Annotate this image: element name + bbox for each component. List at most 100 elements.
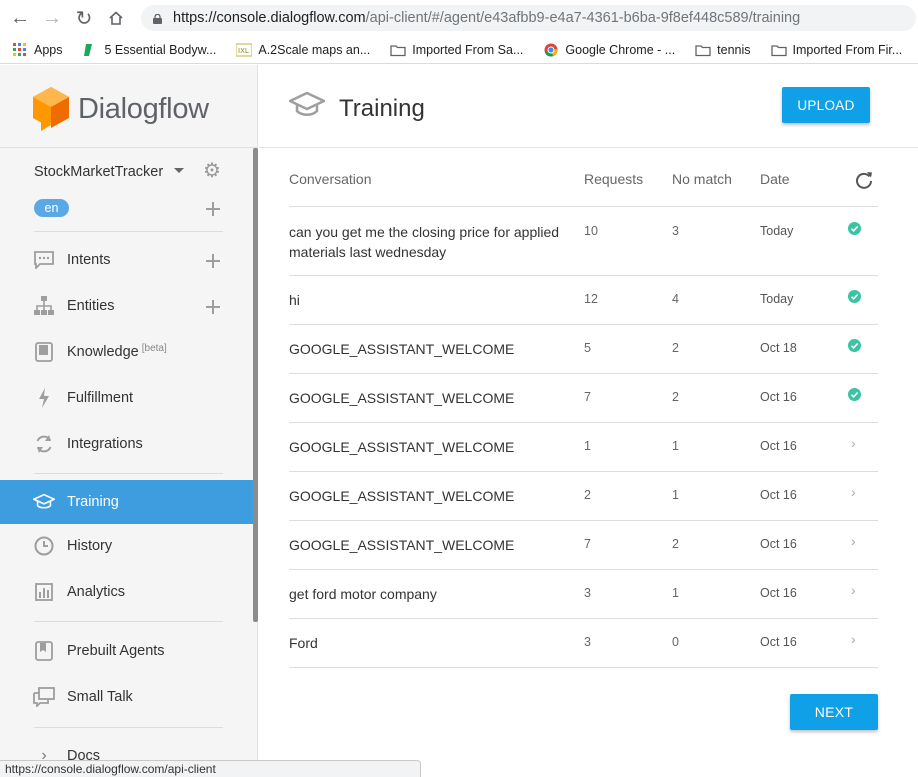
date-cell: Today <box>760 224 794 238</box>
sidebar-item-history[interactable]: History <box>0 524 253 568</box>
graduation-cap-icon <box>289 92 325 116</box>
sidebar-item-entities[interactable]: Entities <box>0 284 253 328</box>
chevron-right-icon[interactable]: › <box>851 484 856 500</box>
chevron-right-icon[interactable]: › <box>851 533 856 549</box>
dialogflow-logo-icon <box>33 87 69 131</box>
sidebar-item-label: History <box>67 538 113 554</box>
bookmark-icon <box>83 43 92 56</box>
sidebar-item-intents[interactable]: Intents <box>0 238 253 282</box>
url-path: /api-client/#/agent/e43afbb9-e4a7-4361-b… <box>365 10 801 26</box>
conversation-cell: GOOGLE_ASSISTANT_WELCOME <box>289 390 515 406</box>
requests-cell: 7 <box>584 390 591 404</box>
table-row[interactable]: GOOGLE_ASSISTANT_WELCOME 7 2 Oct 16 <box>289 374 878 423</box>
date-cell: Oct 16 <box>760 537 797 551</box>
gear-icon[interactable]: ⚙ <box>203 161 221 181</box>
sidebar-separator <box>34 231 223 232</box>
back-arrow-icon[interactable]: ← <box>4 0 36 36</box>
requests-cell: 10 <box>584 224 598 238</box>
chevron-right-icon[interactable]: › <box>851 435 856 451</box>
check-circle-icon <box>848 388 861 401</box>
table-row[interactable]: GOOGLE_ASSISTANT_WELCOME 1 1 Oct 16 › <box>289 423 878 472</box>
language-badge[interactable]: en <box>34 199 69 217</box>
sidebar-item-training[interactable]: Training <box>0 480 253 524</box>
bookmark-bodywork[interactable]: 5 Essential Bodyw... <box>83 42 217 57</box>
column-header-conversation[interactable]: Conversation <box>289 171 372 187</box>
column-header-requests[interactable]: Requests <box>584 171 643 187</box>
date-cell: Oct 16 <box>760 635 797 649</box>
agent-selector[interactable]: StockMarketTracker ⚙ <box>34 161 234 183</box>
no-match-cell: 3 <box>672 224 679 238</box>
beta-badge: [beta] <box>141 343 167 354</box>
table-row[interactable]: Ford 3 0 Oct 16 › <box>289 619 878 668</box>
home-icon[interactable] <box>100 0 132 36</box>
sidebar-item-prebuilt-agents[interactable]: Prebuilt Agents <box>0 629 253 673</box>
sidebar-item-label: Small Talk <box>67 689 133 705</box>
sidebar-item-analytics[interactable]: Analytics <box>0 570 253 614</box>
refresh-icon[interactable] <box>854 170 874 190</box>
agent-name: StockMarketTracker <box>34 164 164 180</box>
sidebar-scrollbar[interactable] <box>253 148 258 622</box>
column-header-no-match[interactable]: No match <box>672 171 732 187</box>
chevron-right-icon[interactable]: › <box>851 582 856 598</box>
browser-toolbar: ← → ↻ https://console.dialogflow.com/api… <box>0 0 918 36</box>
bookmark-label: Google Chrome - ... <box>565 42 676 57</box>
conversation-cell: Ford <box>289 635 318 651</box>
date-cell: Oct 16 <box>760 439 797 453</box>
reload-icon[interactable]: ↻ <box>68 0 100 36</box>
knowledge-label-wrap: Knowledge [beta] <box>67 343 167 360</box>
next-button[interactable]: NEXT <box>790 694 878 730</box>
table-row[interactable]: get ford motor company 3 1 Oct 16 › <box>289 570 878 619</box>
table-row[interactable]: GOOGLE_ASSISTANT_WELCOME 2 1 Oct 16 › <box>289 472 878 521</box>
bookmark-imported-safari[interactable]: Imported From Sa... <box>390 43 523 57</box>
bookmark-google-chrome[interactable]: Google Chrome - ... <box>543 43 675 57</box>
bookmark-label: tennis <box>717 42 751 57</box>
chrome-icon <box>544 43 558 56</box>
sidebar-item-integrations[interactable]: Integrations <box>0 422 253 466</box>
date-cell: Oct 16 <box>760 390 797 404</box>
sidebar-item-label: Training <box>67 494 119 510</box>
bookmark-tennis[interactable]: tennis <box>695 42 751 57</box>
chevron-right-icon[interactable]: › <box>851 631 856 647</box>
conversation-cell: GOOGLE_ASSISTANT_WELCOME <box>289 488 515 504</box>
no-match-cell: 1 <box>672 586 679 600</box>
sidebar-item-fulfillment[interactable]: Fulfillment <box>0 376 253 420</box>
add-entity-plus-icon[interactable] <box>206 300 220 314</box>
table-row[interactable]: can you get me the closing price for app… <box>289 208 878 276</box>
sidebar-separator <box>34 473 223 474</box>
table-row[interactable]: hi 12 4 Today <box>289 276 878 325</box>
brand-name: Dialogflow <box>78 92 209 125</box>
add-intent-plus-icon[interactable] <box>206 254 220 268</box>
sidebar-item-small-talk[interactable]: Small Talk <box>0 675 253 719</box>
sidebar-item-knowledge[interactable]: Knowledge [beta] <box>0 330 253 374</box>
page-header: Training UPLOAD <box>259 65 918 148</box>
address-bar[interactable]: https://console.dialogflow.com/api-clien… <box>141 5 916 31</box>
conversation-cell: hi <box>289 292 300 308</box>
book-icon <box>33 341 55 363</box>
table-row[interactable]: GOOGLE_ASSISTANT_WELCOME 7 2 Oct 16 › <box>289 521 878 570</box>
upload-button[interactable]: UPLOAD <box>782 87 870 123</box>
sidebar-item-label: Knowledge <box>67 344 139 360</box>
requests-cell: 3 <box>584 586 591 600</box>
dialogflow-logo[interactable]: Dialogflow <box>33 87 209 131</box>
apps-grid-icon <box>13 42 26 56</box>
table-row[interactable]: GOOGLE_ASSISTANT_WELCOME 5 2 Oct 18 <box>289 325 878 374</box>
bookmark-scale-maps[interactable]: IXL A.2Scale maps an... <box>236 43 370 57</box>
chevron-down-icon[interactable] <box>174 168 184 173</box>
bookmark-book-icon <box>33 640 55 662</box>
add-language-plus-icon[interactable] <box>206 202 220 216</box>
hierarchy-icon <box>33 295 55 317</box>
sync-icon <box>33 433 55 455</box>
sidebar-item-label: Analytics <box>67 584 126 600</box>
status-bar-url: https://console.dialogflow.com/api-clien… <box>0 760 421 777</box>
column-header-date[interactable]: Date <box>760 171 790 187</box>
conversation-cell: get ford motor company <box>289 586 437 602</box>
bookmarks-bar: Apps 5 Essential Bodyw... IXL A.2Scale m… <box>0 36 918 64</box>
bookmark-imported-firefox[interactable]: Imported From Fir... <box>770 43 902 57</box>
forward-arrow-icon[interactable]: → <box>36 0 68 36</box>
lock-icon <box>153 14 162 24</box>
sidebar-item-label: Integrations <box>67 436 143 452</box>
bookmark-apps[interactable]: Apps <box>12 42 63 57</box>
bookmark-label: 5 Essential Bodyw... <box>104 42 217 57</box>
bookmark-icon: IXL <box>236 43 253 56</box>
date-cell: Oct 16 <box>760 488 797 502</box>
